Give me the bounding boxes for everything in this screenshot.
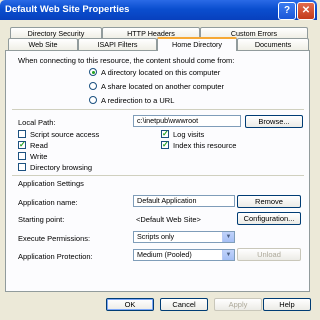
window-title: Default Web Site Properties bbox=[5, 4, 130, 15]
application-protection-label: Application Protection: bbox=[18, 252, 93, 261]
checkbox-log-visits-label[interactable]: Log visits bbox=[173, 130, 204, 139]
tab-home-directory[interactable]: Home Directory bbox=[157, 37, 237, 51]
application-name-label: Application name: bbox=[18, 198, 78, 207]
radio-url-redirect-label[interactable]: A redirection to a URL bbox=[101, 96, 174, 105]
radio-network-share[interactable] bbox=[89, 82, 97, 90]
close-icon[interactable]: ✕ bbox=[297, 2, 315, 20]
checkbox-script-source-access[interactable] bbox=[18, 130, 26, 138]
apply-button[interactable]: Apply bbox=[214, 298, 262, 311]
execute-permissions-value: Scripts only bbox=[137, 232, 175, 241]
checkbox-directory-browsing-label[interactable]: Directory browsing bbox=[30, 163, 92, 172]
tab-isapi-filters[interactable]: ISAPI Filters bbox=[78, 38, 157, 50]
checkbox-index-resource[interactable]: ✓ bbox=[161, 141, 169, 149]
checkbox-log-visits[interactable]: ✓ bbox=[161, 130, 169, 138]
tab-documents[interactable]: Documents bbox=[237, 38, 309, 50]
radio-local-directory-label[interactable]: A directory located on this computer bbox=[101, 68, 220, 77]
cancel-button[interactable]: Cancel bbox=[160, 298, 208, 311]
checkbox-write[interactable] bbox=[18, 152, 26, 160]
starting-point-label: Starting point: bbox=[18, 215, 65, 224]
divider bbox=[12, 175, 304, 176]
tab-web-site[interactable]: Web Site bbox=[8, 38, 78, 50]
checkbox-index-resource-label[interactable]: Index this resource bbox=[173, 141, 236, 150]
content-source-prompt: When connecting to this resource, the co… bbox=[18, 56, 235, 65]
radio-network-share-label[interactable]: A share located on another computer bbox=[101, 82, 224, 91]
title-bar[interactable]: Default Web Site Properties ? ✕ bbox=[0, 0, 317, 20]
browse-button[interactable]: Browse... bbox=[245, 115, 303, 128]
starting-point-value: <Default Web Site> bbox=[136, 215, 201, 224]
execute-permissions-label: Execute Permissions: bbox=[18, 234, 91, 243]
unload-button[interactable]: Unload bbox=[237, 248, 301, 261]
checkbox-directory-browsing[interactable] bbox=[18, 163, 26, 171]
checkbox-read[interactable]: ✓ bbox=[18, 141, 26, 149]
checkbox-script-source-access-label[interactable]: Script source access bbox=[30, 130, 99, 139]
checkbox-read-label[interactable]: Read bbox=[30, 141, 48, 150]
divider bbox=[12, 109, 304, 110]
configuration-button[interactable]: Configuration... bbox=[237, 212, 301, 225]
home-directory-panel: When connecting to this resource, the co… bbox=[5, 50, 310, 292]
checkbox-write-label[interactable]: Write bbox=[30, 152, 47, 161]
chevron-down-icon[interactable]: ▼ bbox=[222, 232, 234, 242]
radio-local-directory[interactable] bbox=[89, 68, 97, 76]
local-path-label: Local Path: bbox=[18, 118, 56, 127]
execute-permissions-select[interactable]: Scripts only ▼ bbox=[133, 231, 235, 243]
chevron-down-icon[interactable]: ▼ bbox=[222, 250, 234, 260]
properties-dialog: Default Web Site Properties ? ✕ Director… bbox=[0, 0, 317, 320]
radio-url-redirect[interactable] bbox=[89, 96, 97, 104]
help-icon[interactable]: ? bbox=[278, 2, 296, 20]
tab-directory-security[interactable]: Directory Security bbox=[10, 27, 102, 38]
ok-button[interactable]: OK bbox=[106, 298, 154, 311]
application-settings-heading: Application Settings bbox=[18, 179, 84, 188]
remove-button[interactable]: Remove bbox=[237, 195, 301, 208]
local-path-input[interactable]: c:\inetpub\wwwroot bbox=[133, 115, 241, 127]
help-button[interactable]: Help bbox=[263, 298, 311, 311]
application-protection-select[interactable]: Medium (Pooled) ▼ bbox=[133, 249, 235, 261]
application-protection-value: Medium (Pooled) bbox=[137, 250, 192, 259]
application-name-input[interactable]: Default Application bbox=[133, 195, 235, 207]
